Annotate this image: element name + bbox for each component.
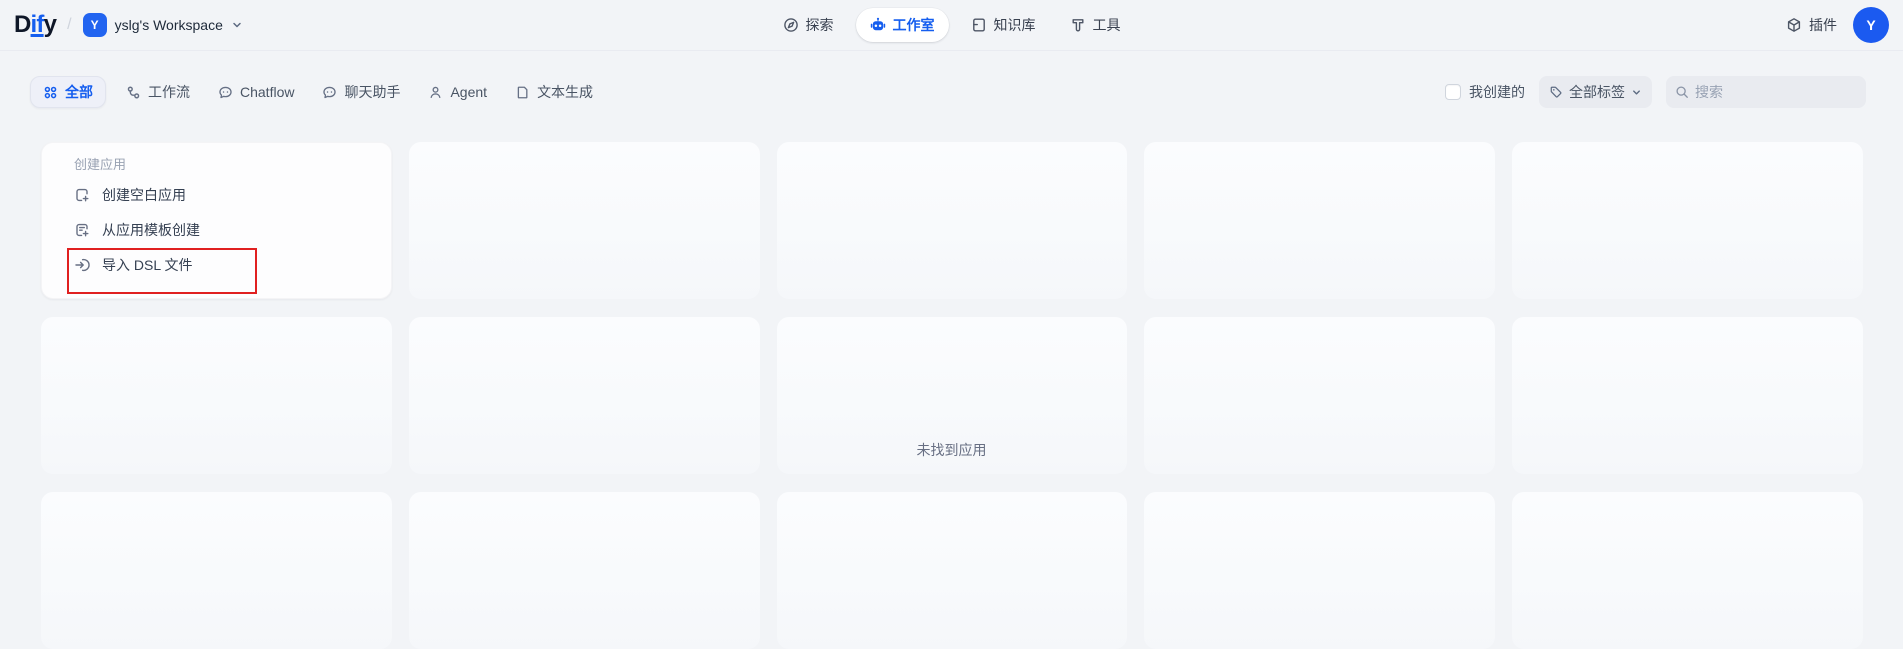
- tab-workflow[interactable]: 工作流: [118, 76, 198, 108]
- tab-text-generation[interactable]: 文本生成: [507, 76, 601, 108]
- tab-chatflow[interactable]: Chatflow: [210, 76, 302, 108]
- tag-filter-label: 全部标签: [1569, 82, 1625, 102]
- workspace-selector[interactable]: Y yslg's Workspace: [83, 13, 243, 37]
- chevron-down-icon: [231, 19, 243, 31]
- nav-label: 探索: [806, 15, 834, 35]
- create-from-template-button[interactable]: 从应用模板创建: [42, 212, 391, 247]
- tab-label: 工作流: [148, 82, 190, 102]
- filter-controls: 我创建的 全部标签: [1445, 76, 1866, 108]
- compass-icon: [783, 17, 799, 33]
- placeholder-card: [409, 142, 760, 299]
- placeholder-card: [1512, 492, 1863, 649]
- logo-part-2: if: [31, 11, 44, 38]
- tab-label: 聊天助手: [344, 82, 400, 102]
- placeholder-card: [1512, 142, 1863, 299]
- placeholder-card: [1144, 492, 1495, 649]
- tab-label: 全部: [65, 82, 93, 102]
- logo-part-1: D: [14, 11, 31, 38]
- create-item-label: 导入 DSL 文件: [102, 255, 193, 275]
- import-icon: [74, 257, 90, 273]
- user-avatar[interactable]: Y: [1853, 7, 1889, 43]
- header-left: Dify / Y yslg's Workspace: [0, 11, 243, 39]
- apps-grid: 创建应用 创建空白应用 从应用模板创建 导入 DSL 文件: [41, 142, 1863, 649]
- top-header: Dify / Y yslg's Workspace 探索 工作室 知识库 工具 …: [0, 0, 1903, 51]
- breadcrumb-separator: /: [67, 16, 71, 34]
- placeholder-card: [777, 492, 1128, 649]
- header-right: 插件 Y: [1786, 7, 1903, 43]
- search-icon: [1675, 85, 1689, 99]
- placeholder-card: [409, 492, 760, 649]
- tab-label: Agent: [450, 84, 487, 100]
- nav-label: 工具: [1093, 15, 1121, 35]
- book-icon: [971, 17, 987, 33]
- tab-chat-assistant[interactable]: 聊天助手: [314, 76, 408, 108]
- logo-part-3: y: [44, 11, 57, 38]
- robot-icon: [870, 17, 886, 33]
- chevron-down-icon: [1631, 87, 1642, 98]
- tab-label: 文本生成: [537, 82, 593, 102]
- tab-all[interactable]: 全部: [30, 76, 106, 108]
- nav-item-studio[interactable]: 工作室: [856, 8, 949, 42]
- tab-label: Chatflow: [240, 84, 294, 100]
- plugin-cube-icon: [1786, 17, 1802, 33]
- document-icon: [515, 85, 530, 100]
- grid-icon: [43, 85, 58, 100]
- create-blank-app-button[interactable]: 创建空白应用: [42, 177, 391, 212]
- file-template-icon: [74, 222, 90, 238]
- created-by-me-toggle[interactable]: 我创建的: [1445, 82, 1525, 102]
- search-box: [1666, 76, 1866, 108]
- main-nav: 探索 工作室 知识库 工具: [771, 8, 1133, 42]
- placeholder-card: [1144, 142, 1495, 299]
- tag-filter-dropdown[interactable]: 全部标签: [1539, 76, 1652, 108]
- create-app-title: 创建应用: [74, 156, 391, 174]
- workspace-name: yslg's Workspace: [115, 17, 223, 33]
- filter-toolbar: 全部 工作流 Chatflow 聊天助手 Agent 文本生成 我创建的: [30, 76, 1866, 108]
- tools-icon: [1070, 17, 1086, 33]
- tab-agent[interactable]: Agent: [420, 76, 495, 108]
- workspace-avatar: Y: [83, 13, 107, 37]
- app-type-tabs: 全部 工作流 Chatflow 聊天助手 Agent 文本生成: [30, 76, 601, 108]
- search-input[interactable]: [1695, 84, 1857, 100]
- empty-state-message: 未找到应用: [0, 440, 1903, 460]
- import-dsl-button[interactable]: 导入 DSL 文件: [42, 247, 391, 282]
- nav-label: 工作室: [893, 15, 935, 35]
- plugins-label: 插件: [1809, 15, 1837, 35]
- create-item-label: 从应用模板创建: [102, 220, 200, 240]
- nav-item-explore[interactable]: 探索: [771, 8, 846, 42]
- plugins-button[interactable]: 插件: [1786, 15, 1837, 35]
- chat-bubble-icon: [322, 85, 337, 100]
- placeholder-card: [777, 142, 1128, 299]
- file-plus-icon: [74, 187, 90, 203]
- nav-item-knowledge[interactable]: 知识库: [959, 8, 1048, 42]
- create-item-label: 创建空白应用: [102, 185, 186, 205]
- agent-icon: [428, 85, 443, 100]
- nav-label: 知识库: [994, 15, 1036, 35]
- chat-bubble-icon: [218, 85, 233, 100]
- placeholder-card: [41, 492, 392, 649]
- created-by-me-label: 我创建的: [1469, 82, 1525, 102]
- create-app-card: 创建应用 创建空白应用 从应用模板创建 导入 DSL 文件: [41, 142, 392, 299]
- tag-icon: [1549, 85, 1563, 99]
- dify-logo[interactable]: Dify: [14, 11, 56, 39]
- workflow-icon: [126, 85, 141, 100]
- nav-item-tools[interactable]: 工具: [1058, 8, 1133, 42]
- created-by-me-checkbox[interactable]: [1445, 84, 1461, 100]
